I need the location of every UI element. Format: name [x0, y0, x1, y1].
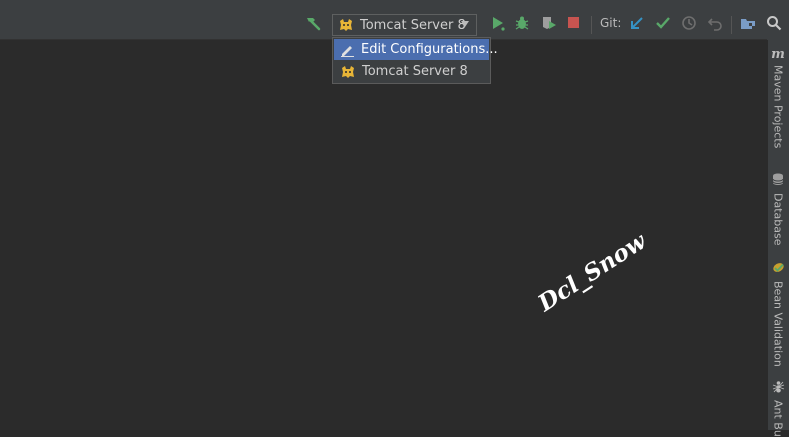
tool-window-label: Maven Projects	[771, 65, 785, 149]
run-icon[interactable]	[489, 14, 507, 32]
bean-validation-icon	[772, 259, 785, 278]
tool-window-maven-projects[interactable]: m Maven Projects	[767, 47, 789, 149]
menu-item-label: Edit Configurations...	[361, 42, 498, 57]
menu-item-edit-configurations[interactable]: Edit Configurations...	[334, 39, 498, 60]
run-with-coverage-icon[interactable]	[540, 14, 558, 32]
edit-pencil-icon	[340, 42, 355, 58]
menu-item-tomcat-server[interactable]: Tomcat Server 8	[334, 61, 489, 82]
search-icon[interactable]	[765, 14, 783, 32]
tool-window-label: Database	[771, 193, 785, 246]
tool-window-bean-validation[interactable]: Bean Validation	[767, 259, 789, 367]
project-structure-folder-icon[interactable]	[739, 14, 757, 32]
tomcat-icon	[340, 64, 356, 80]
tool-window-label: Ant Bu	[771, 400, 785, 437]
chevron-down-icon	[461, 21, 469, 27]
toolbar-separator	[591, 16, 592, 34]
vcs-update-arrow-icon[interactable]	[628, 14, 646, 32]
main-toolbar: Tomcat Server 8 Git:	[0, 0, 767, 40]
maven-icon: m	[771, 47, 785, 62]
toolbar-separator	[731, 16, 732, 34]
ant-icon	[772, 378, 785, 397]
tool-window-ant-build[interactable]: Ant Bu	[767, 378, 789, 437]
stop-icon[interactable]	[565, 14, 583, 32]
rollback-undo-icon[interactable]	[706, 14, 724, 32]
menu-item-label: Tomcat Server 8	[362, 64, 468, 79]
git-label: Git:	[600, 16, 622, 30]
tool-window-label: Bean Validation	[771, 281, 785, 367]
tool-window-database[interactable]: Database	[767, 171, 789, 246]
vcs-commit-check-icon[interactable]	[654, 14, 672, 32]
editor-area[interactable]	[0, 40, 766, 430]
tomcat-icon	[338, 17, 354, 33]
run-configuration-dropdown: Edit Configurations... Tomcat Server 8	[332, 37, 498, 84]
run-configuration-selector[interactable]: Tomcat Server 8	[332, 14, 477, 36]
database-icon	[772, 171, 784, 190]
run-configuration-label: Tomcat Server 8	[360, 17, 466, 33]
right-toolbar-corner	[767, 0, 789, 40]
build-hammer-icon[interactable]	[304, 14, 322, 32]
history-clock-icon[interactable]	[680, 14, 698, 32]
debug-bug-icon[interactable]	[513, 14, 531, 32]
